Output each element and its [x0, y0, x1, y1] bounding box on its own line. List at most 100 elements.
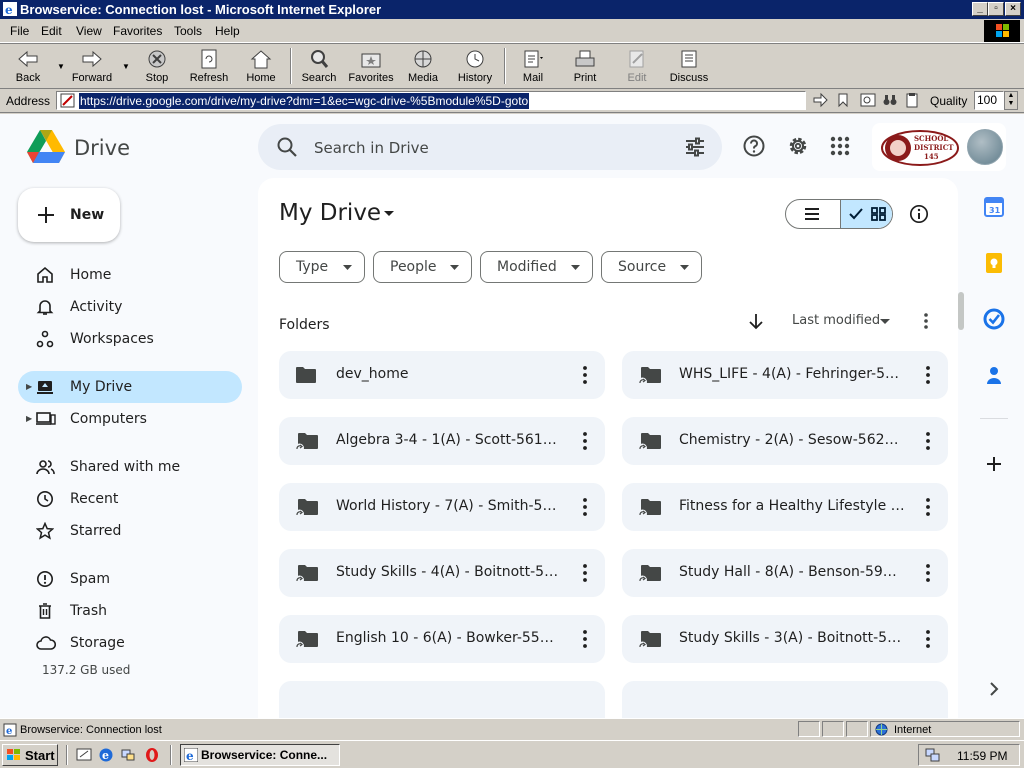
avatar[interactable]: [967, 129, 1003, 165]
caret-down-icon[interactable]: [880, 319, 890, 325]
forward-dropdown-icon[interactable]: ▼: [122, 62, 130, 71]
restore-button[interactable]: ▫: [988, 2, 1004, 16]
page-title[interactable]: My Drive: [279, 200, 381, 226]
search-toolbar-button[interactable]: Search: [293, 46, 345, 86]
stop-button[interactable]: Stop: [131, 46, 183, 86]
more-vert-icon[interactable]: [577, 561, 593, 585]
quality-input[interactable]: 100: [974, 91, 1004, 110]
search-input[interactable]: [312, 134, 656, 162]
quality-spinner[interactable]: ▲ ▼: [1004, 91, 1018, 110]
minimize-button[interactable]: _: [972, 2, 988, 16]
back-button[interactable]: Back: [2, 46, 54, 86]
folder-card[interactable]: Study Skills - 3(A) - Boitnott-56...: [622, 615, 948, 663]
folder-card[interactable]: dev_home: [279, 351, 605, 399]
menu-edit[interactable]: Edit: [41, 24, 62, 38]
folder-card[interactable]: WHS_LIFE - 4(A) - Fehringer-55...: [622, 351, 948, 399]
clock[interactable]: 11:59 PM: [957, 749, 1007, 763]
more-vert-icon[interactable]: [920, 429, 936, 453]
print-button[interactable]: Print: [559, 46, 611, 86]
sort-direction-icon[interactable]: [748, 312, 764, 330]
contacts-icon[interactable]: [983, 364, 1005, 386]
clipboard-icon[interactable]: [904, 92, 920, 108]
sort-by-label[interactable]: Last modified: [792, 313, 880, 328]
mail-button[interactable]: Mail: [507, 46, 559, 86]
folder-card[interactable]: Fitness for a Healthy Lifestyle -...: [622, 483, 948, 531]
more-vert-icon[interactable]: [920, 627, 936, 651]
settings-gear-icon[interactable]: [786, 134, 810, 158]
refresh-button[interactable]: Refresh: [183, 46, 235, 86]
address-input[interactable]: https://drive.google.com/drive/my-drive?…: [56, 91, 806, 110]
folder-card[interactable]: World History - 7(A) - Smith-56...: [279, 483, 605, 531]
new-button[interactable]: New: [18, 188, 120, 242]
expand-caret-icon[interactable]: ▶: [26, 414, 32, 423]
content-scrollbar[interactable]: [958, 292, 964, 330]
sidebar-item-shared[interactable]: Shared with me: [18, 451, 242, 483]
folder-card[interactable]: Algebra 3-4 - 1(A) - Scott-56141...: [279, 417, 605, 465]
history-button[interactable]: History: [449, 46, 501, 86]
forward-button[interactable]: Forward: [66, 46, 118, 86]
calendar-icon[interactable]: 31: [983, 196, 1005, 218]
menu-file[interactable]: File: [10, 24, 29, 38]
sidebar-item-activity[interactable]: Activity: [18, 291, 242, 323]
folder-card[interactable]: English 10 - 6(A) - Bowker-5592...: [279, 615, 605, 663]
sidebar-item-storage[interactable]: Storage: [18, 627, 242, 659]
expand-caret-icon[interactable]: ▶: [26, 382, 32, 391]
address-url[interactable]: https://drive.google.com/drive/my-drive?…: [79, 93, 530, 109]
discuss-button[interactable]: Discuss: [663, 46, 715, 86]
caret-down-icon[interactable]: [383, 210, 395, 218]
menu-view[interactable]: View: [76, 24, 102, 38]
drive-search-bar[interactable]: [258, 124, 722, 170]
more-vert-icon[interactable]: [918, 311, 934, 331]
folder-card[interactable]: [622, 681, 948, 718]
opera-icon[interactable]: [144, 747, 160, 763]
show-desktop-icon[interactable]: [76, 747, 92, 763]
favorites-button[interactable]: Favorites: [345, 46, 397, 86]
media-button[interactable]: Media: [397, 46, 449, 86]
keep-icon[interactable]: [983, 252, 1005, 274]
sidebar-item-trash[interactable]: Trash: [18, 595, 242, 627]
folder-card[interactable]: [279, 681, 605, 718]
filter-source-chip[interactable]: Source: [601, 251, 702, 283]
info-icon[interactable]: [909, 204, 929, 224]
menu-tools[interactable]: Tools: [174, 24, 202, 38]
folder-card[interactable]: Study Skills - 4(A) - Boitnott-56...: [279, 549, 605, 597]
more-vert-icon[interactable]: [577, 627, 593, 651]
taskbar-window-item[interactable]: e Browservice: Conne...: [180, 744, 340, 766]
list-view-button[interactable]: [786, 200, 840, 228]
tasks-icon[interactable]: [983, 308, 1005, 330]
apps-grid-icon[interactable]: [828, 134, 852, 158]
sidebar-item-spam[interactable]: Spam: [18, 563, 242, 595]
more-vert-icon[interactable]: [577, 429, 593, 453]
bookmark-icon[interactable]: [835, 92, 851, 108]
filter-type-chip[interactable]: Type: [279, 251, 365, 283]
go-arrow-icon[interactable]: [812, 92, 828, 108]
sidebar-item-home[interactable]: Home: [18, 259, 242, 291]
back-dropdown-icon[interactable]: ▼: [57, 62, 65, 71]
find-icon[interactable]: [860, 92, 876, 108]
ie-quicklaunch-icon[interactable]: e: [98, 747, 114, 763]
more-vert-icon[interactable]: [577, 495, 593, 519]
sidebar-item-computers[interactable]: ▶ Computers: [18, 403, 242, 435]
help-icon[interactable]: [742, 134, 766, 158]
search-icon[interactable]: [276, 136, 298, 158]
sidebar-item-starred[interactable]: Starred: [18, 515, 242, 547]
home-button[interactable]: Home: [235, 46, 287, 86]
menu-favorites[interactable]: Favorites: [113, 24, 162, 38]
grid-view-button[interactable]: [840, 200, 892, 228]
menu-help[interactable]: Help: [215, 24, 240, 38]
close-button[interactable]: ×: [1005, 2, 1021, 16]
chevron-right-icon[interactable]: [983, 678, 1005, 700]
filter-people-chip[interactable]: People: [373, 251, 472, 283]
more-vert-icon[interactable]: [920, 495, 936, 519]
account-chip[interactable]: SCHOOL DISTRICT 145: [872, 123, 1006, 171]
folder-card[interactable]: Chemistry - 2(A) - Sesow-5626...: [622, 417, 948, 465]
more-vert-icon[interactable]: [920, 561, 936, 585]
folder-card[interactable]: Study Hall - 8(A) - Benson-592...: [622, 549, 948, 597]
sidebar-item-workspaces[interactable]: Workspaces: [18, 323, 242, 355]
edit-button[interactable]: Edit: [611, 46, 663, 86]
start-button[interactable]: Start: [2, 744, 58, 766]
sidebar-item-my-drive[interactable]: ▶ My Drive: [18, 371, 242, 403]
tray-network-icon[interactable]: [925, 747, 941, 763]
more-vert-icon[interactable]: [920, 363, 936, 387]
network-icon[interactable]: [120, 747, 136, 763]
